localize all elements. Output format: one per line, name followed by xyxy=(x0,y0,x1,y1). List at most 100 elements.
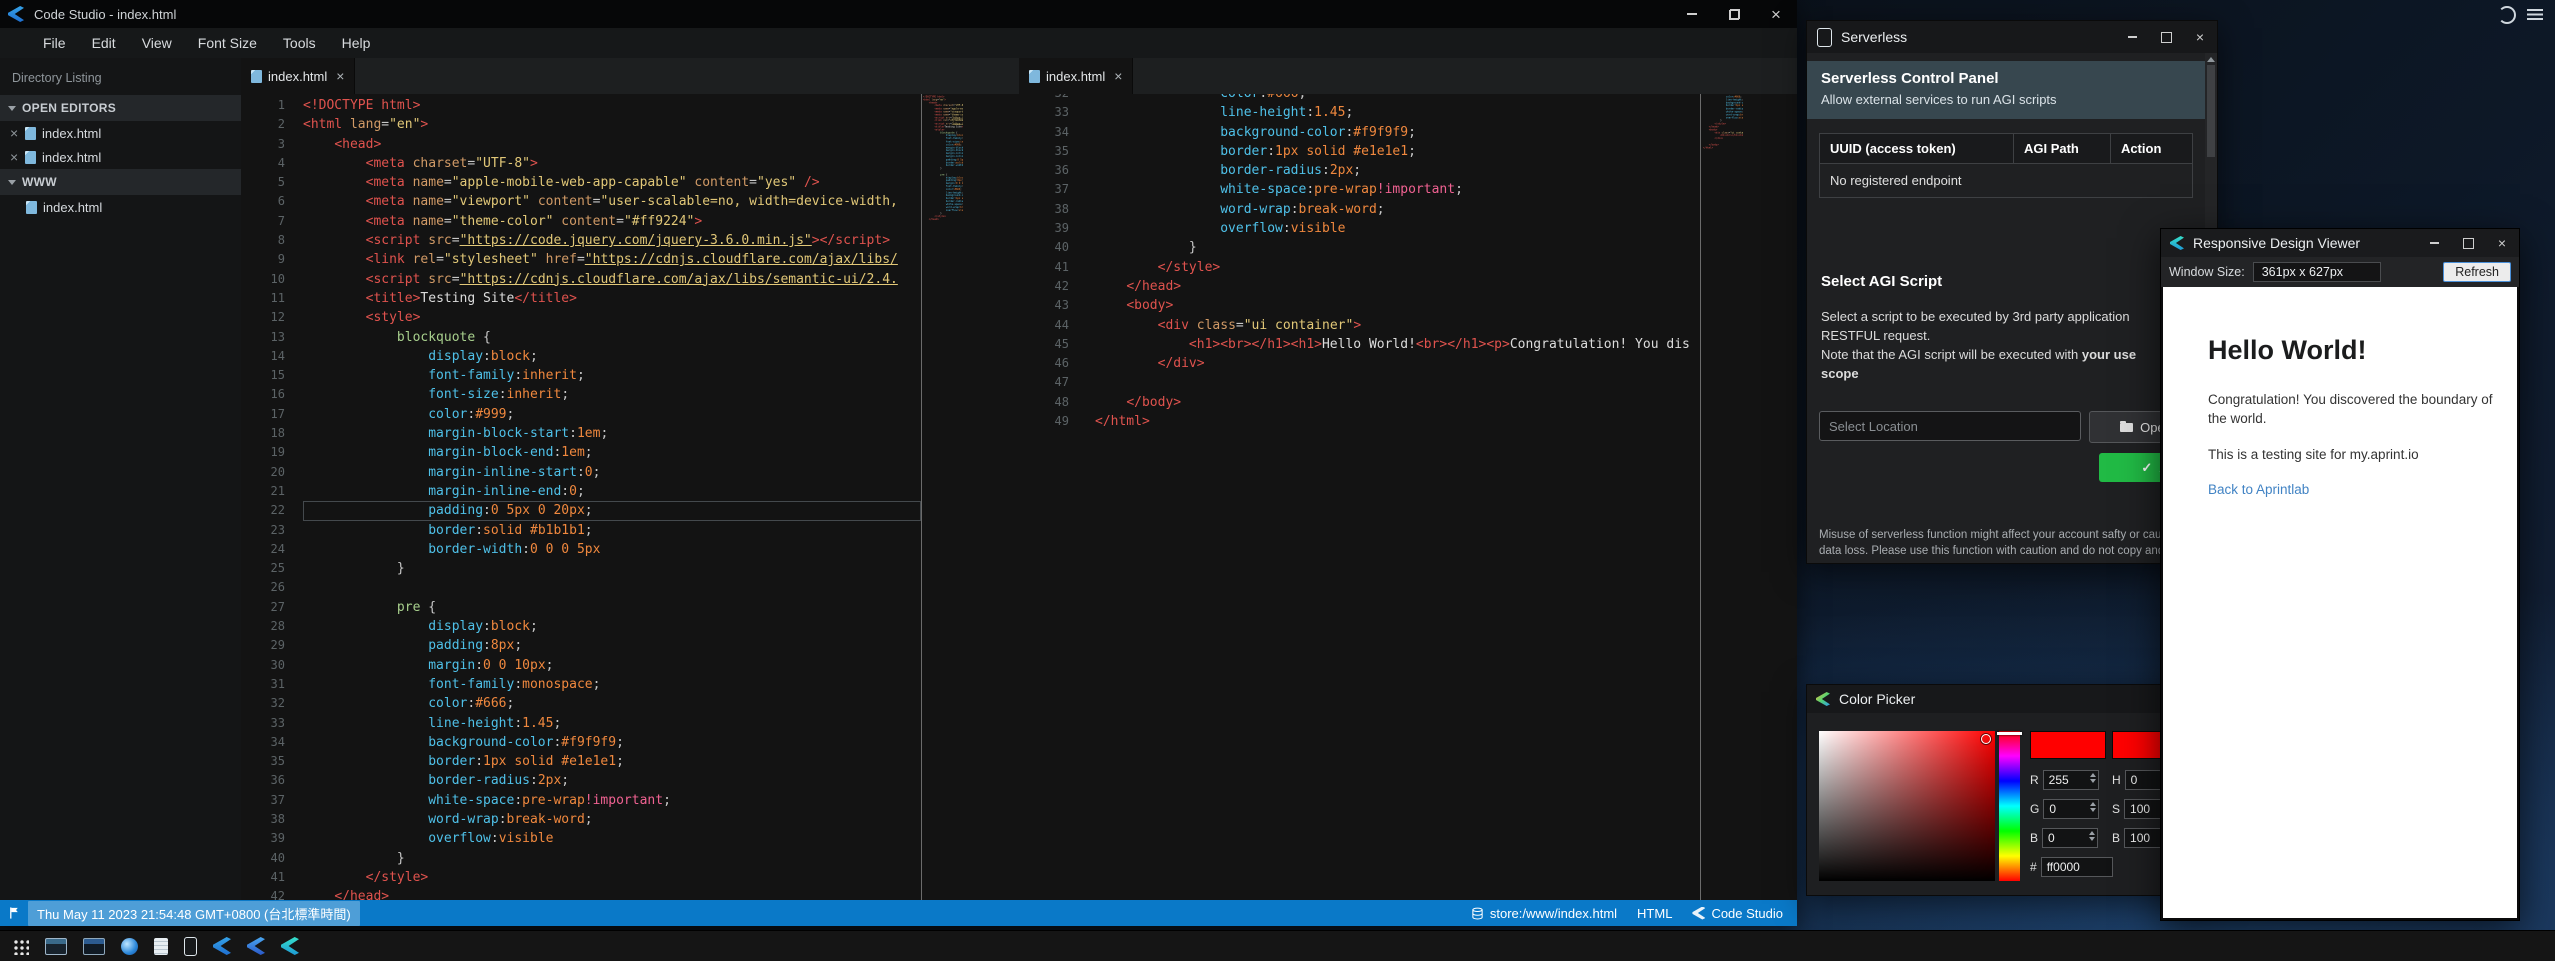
code-line[interactable]: margin:0 0 10px; xyxy=(303,656,921,675)
phone-icon[interactable] xyxy=(184,937,197,956)
code-line[interactable]: <script src="https://code.jquery.com/jqu… xyxy=(303,231,921,250)
code-line[interactable]: </body> xyxy=(1095,393,1700,412)
hue-slider[interactable] xyxy=(1999,731,2020,881)
minimap[interactable]: <!DOCTYPE html><html lang="en"> <head> <… xyxy=(923,94,963,900)
select-location-input[interactable] xyxy=(1819,411,2081,441)
code-line[interactable]: <div class="ui container"> xyxy=(1095,316,1700,335)
stepper-icon[interactable] xyxy=(2089,831,2095,841)
code-line[interactable] xyxy=(303,578,921,597)
stepper-icon[interactable] xyxy=(2090,773,2096,783)
code-line[interactable]: <meta name="viewport" content="user-scal… xyxy=(303,192,921,211)
code-line[interactable]: margin-inline-end:0; xyxy=(303,482,921,501)
open-editor-item-2[interactable]: index.html xyxy=(0,145,241,169)
menu-edit[interactable]: Edit xyxy=(79,28,129,58)
file-path-status[interactable]: store:/www/index.html xyxy=(1471,906,1617,921)
code-editor[interactable]: <!DOCTYPE html><html lang="en"> <head> <… xyxy=(303,94,921,900)
maximize-button[interactable] xyxy=(2149,21,2183,53)
saturation-picker[interactable] xyxy=(1819,731,1995,881)
sidebar-section-www[interactable]: WWW xyxy=(0,169,241,195)
code-line[interactable]: <h1><br></h1><h1>Hello World!<br></h1><p… xyxy=(1095,335,1700,354)
saturation-cursor[interactable] xyxy=(1981,734,1991,744)
code-line[interactable] xyxy=(1095,373,1700,392)
menu-tools[interactable]: Tools xyxy=(270,28,329,58)
code-line[interactable]: padding:8px; xyxy=(303,636,921,655)
scroll-up-icon[interactable] xyxy=(2207,57,2215,62)
document-icon[interactable] xyxy=(154,938,168,955)
code-line[interactable]: </html> xyxy=(1095,412,1700,431)
code-line[interactable]: <meta name="theme-color" content="#ff922… xyxy=(303,212,921,231)
code-line[interactable]: <script src="https://cdnjs.cloudflare.co… xyxy=(303,270,921,289)
tab-close-icon[interactable] xyxy=(336,68,344,84)
code-line[interactable]: border-width:0 0 0 5px xyxy=(303,540,921,559)
code-studio-teal-icon[interactable] xyxy=(281,937,299,955)
window-size-value[interactable]: 361px x 627px xyxy=(2253,262,2381,282)
code-line[interactable]: border:1px solid #e1e1e1; xyxy=(1095,142,1700,161)
restore-button[interactable] xyxy=(1713,0,1755,28)
code-line[interactable]: } xyxy=(303,559,921,578)
code-line[interactable]: <html lang="en"> xyxy=(303,115,921,134)
code-line[interactable]: <meta charset="UTF-8"> xyxy=(303,154,921,173)
menu-font-size[interactable]: Font Size xyxy=(185,28,270,58)
refresh-icon[interactable] xyxy=(2498,6,2516,24)
sidebar-section-open-editors[interactable]: OPEN EDITORS xyxy=(0,95,241,121)
app-status[interactable]: Code Studio xyxy=(1692,906,1783,921)
code-line[interactable]: </div> xyxy=(1095,354,1700,373)
minimize-button[interactable] xyxy=(1671,0,1713,28)
code-line[interactable]: white-space:pre-wrap!important; xyxy=(303,791,921,810)
code-line[interactable]: color:#999; xyxy=(303,405,921,424)
close-icon[interactable] xyxy=(10,125,25,141)
code-line[interactable]: pre { xyxy=(303,598,921,617)
hue-marker[interactable] xyxy=(1997,732,2022,735)
code-line[interactable]: <style> xyxy=(303,308,921,327)
code-line[interactable]: line-height:1.45; xyxy=(303,714,921,733)
browser-icon[interactable] xyxy=(121,938,138,955)
code-line[interactable]: color:#666; xyxy=(1095,94,1700,103)
code-line[interactable]: background-color:#f9f9f9; xyxy=(303,733,921,752)
tab-index-html[interactable]: index.html xyxy=(1019,58,1133,94)
code-line[interactable]: </head> xyxy=(303,887,921,900)
code-line[interactable]: <title>Testing Site</title> xyxy=(303,289,921,308)
back-link[interactable]: Back to Aprintlab xyxy=(2208,482,2309,497)
code-line[interactable]: line-height:1.45; xyxy=(1095,103,1700,122)
code-line[interactable]: </head> xyxy=(1095,277,1700,296)
scroll-thumb[interactable] xyxy=(2207,65,2215,157)
code-line[interactable]: margin-block-end:1em; xyxy=(303,443,921,462)
code-line[interactable]: color:#666; xyxy=(303,694,921,713)
code-line[interactable]: border:solid #b1b1b1; xyxy=(303,521,921,540)
code-line[interactable]: font-family:inherit; xyxy=(303,366,921,385)
code-studio-blue-icon[interactable] xyxy=(213,937,231,955)
code-line[interactable]: display:block; xyxy=(303,617,921,636)
code-line[interactable]: background-color:#f9f9f9; xyxy=(1095,123,1700,142)
code-line[interactable]: border-radius:2px; xyxy=(1095,161,1700,180)
code-line[interactable]: border:1px solid #e1e1e1; xyxy=(303,752,921,771)
code-line[interactable]: <meta name="apple-mobile-web-app-capable… xyxy=(303,173,921,192)
code-line[interactable]: overflow:visible xyxy=(1095,219,1700,238)
code-line[interactable]: border-radius:2px; xyxy=(303,771,921,790)
tab-index-html[interactable]: index.html xyxy=(241,58,355,94)
code-line[interactable]: padding:0 5px 0 20px; xyxy=(303,501,921,520)
code-line[interactable]: white-space:pre-wrap!important; xyxy=(1095,180,1700,199)
close-button[interactable] xyxy=(1755,0,1797,28)
code-line[interactable]: <!DOCTYPE html> xyxy=(303,96,921,115)
start-grid-icon[interactable] xyxy=(12,938,29,955)
menu-help[interactable]: Help xyxy=(329,28,384,58)
blue-input[interactable]: 0 xyxy=(2042,828,2098,848)
code-line[interactable]: display:block; xyxy=(303,347,921,366)
code-line[interactable]: } xyxy=(303,849,921,868)
code-line[interactable]: } xyxy=(1095,238,1700,257)
maximize-button[interactable] xyxy=(2451,229,2485,257)
code-line[interactable]: <body> xyxy=(1095,296,1700,315)
code-line[interactable]: font-family:monospace; xyxy=(303,675,921,694)
code-line[interactable]: blockquote { xyxy=(303,328,921,347)
minimap[interactable]: color:#666; line-height:1.45; background… xyxy=(1703,94,1743,900)
code-line[interactable]: overflow:visible xyxy=(303,829,921,848)
minimize-button[interactable] xyxy=(2417,229,2451,257)
code-line[interactable]: margin-block-start:1em; xyxy=(303,424,921,443)
code-line[interactable]: word-wrap:break-word; xyxy=(1095,200,1700,219)
window-alt-icon[interactable] xyxy=(83,938,105,955)
refresh-button[interactable]: Refresh xyxy=(2443,262,2511,282)
close-button[interactable]: × xyxy=(2183,21,2217,53)
tab-close-icon[interactable] xyxy=(1114,68,1122,84)
code-line[interactable]: <head> xyxy=(303,135,921,154)
menu-file[interactable]: File xyxy=(30,28,79,58)
